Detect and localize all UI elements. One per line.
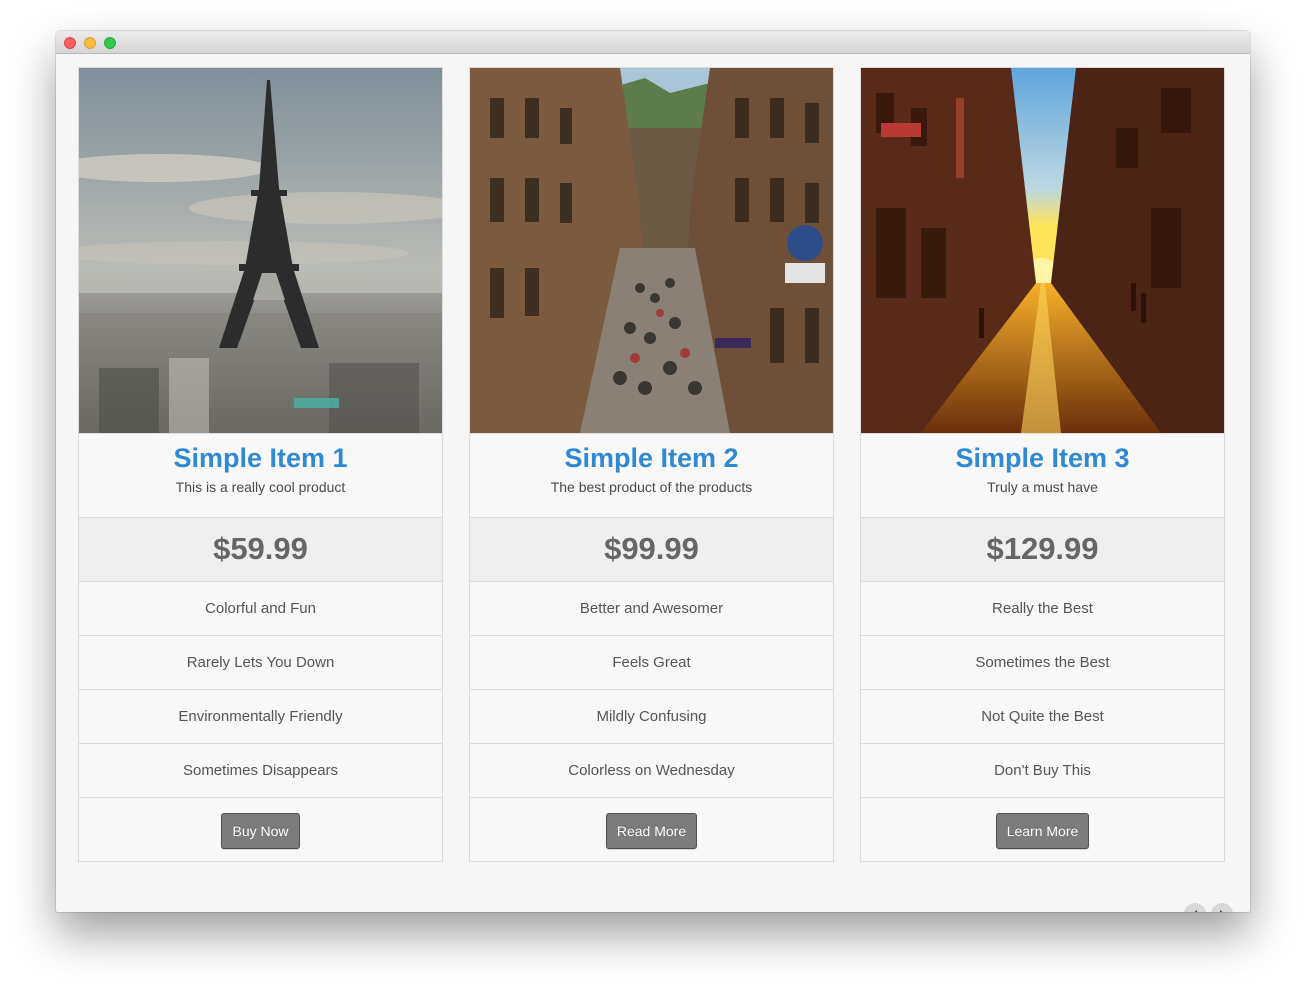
product-price: $129.99 <box>861 517 1224 581</box>
card-actions: Buy Now <box>79 797 442 864</box>
product-image-crowded-street <box>470 68 833 433</box>
feature-item: Colorful and Fun <box>79 581 442 635</box>
buy-now-button[interactable]: Buy Now <box>221 813 300 849</box>
maximize-icon[interactable] <box>104 37 116 49</box>
card-header: Simple Item 1 This is a really cool prod… <box>79 433 442 517</box>
product-card-3: Simple Item 3 Truly a must have $129.99 … <box>860 67 1225 862</box>
learn-more-button[interactable]: Learn More <box>995 813 1090 849</box>
card-actions: Learn More <box>861 797 1224 864</box>
feature-item: Don't Buy This <box>861 743 1224 797</box>
browser-window: Simple Item 1 This is a really cool prod… <box>56 31 1250 912</box>
product-title: Simple Item 1 <box>173 443 348 473</box>
feature-item: Feels Great <box>470 635 833 689</box>
feature-item: Environmentally Friendly <box>79 689 442 743</box>
carousel-prev-button[interactable] <box>1184 903 1206 912</box>
product-subtitle: The best product of the products <box>550 479 753 495</box>
feature-item: Really the Best <box>861 581 1224 635</box>
card-actions: Read More <box>470 797 833 864</box>
product-card-1: Simple Item 1 This is a really cool prod… <box>78 67 443 862</box>
feature-item: Not Quite the Best <box>861 689 1224 743</box>
chevron-left-icon <box>1194 910 1197 912</box>
close-icon[interactable] <box>64 37 76 49</box>
feature-item: Sometimes the Best <box>861 635 1224 689</box>
product-price: $99.99 <box>470 517 833 581</box>
feature-item: Better and Awesomer <box>470 581 833 635</box>
card-header: Simple Item 3 Truly a must have <box>861 433 1224 517</box>
feature-item: Colorless on Wednesday <box>470 743 833 797</box>
feature-item: Sometimes Disappears <box>79 743 442 797</box>
carousel: Simple Item 1 This is a really cool prod… <box>56 54 1250 912</box>
product-title: Simple Item 2 <box>564 443 739 473</box>
product-subtitle: Truly a must have <box>987 479 1098 495</box>
card-header: Simple Item 2 The best product of the pr… <box>470 433 833 517</box>
feature-item: Mildly Confusing <box>470 689 833 743</box>
chevron-right-icon <box>1220 910 1223 912</box>
product-image-sunset-street <box>861 68 1224 433</box>
product-price: $59.99 <box>79 517 442 581</box>
feature-item: Rarely Lets You Down <box>79 635 442 689</box>
product-card-2: Simple Item 2 The best product of the pr… <box>469 67 834 862</box>
read-more-button[interactable]: Read More <box>605 813 698 849</box>
carousel-next-button[interactable] <box>1211 903 1233 912</box>
product-title: Simple Item 3 <box>955 443 1130 473</box>
minimize-icon[interactable] <box>84 37 96 49</box>
product-image-eiffel-tower <box>79 68 442 433</box>
product-subtitle: This is a really cool product <box>175 479 346 495</box>
title-bar <box>56 31 1250 54</box>
